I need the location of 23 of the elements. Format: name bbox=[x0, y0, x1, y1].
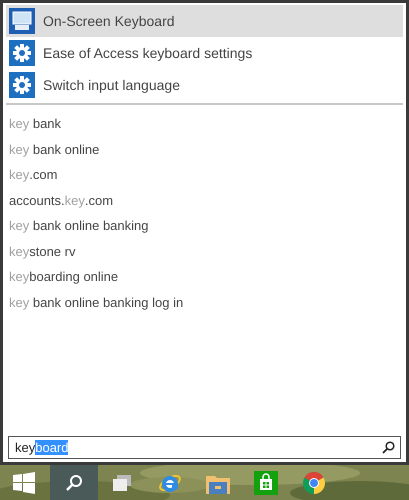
windows-icon bbox=[13, 472, 35, 494]
gear-icon bbox=[9, 72, 35, 98]
search-suggestion[interactable]: key bank bbox=[3, 111, 406, 136]
search-suggestion[interactable]: key bank online banking log in bbox=[3, 290, 406, 315]
search-field[interactable]: keyboard bbox=[8, 436, 401, 459]
gear-icon bbox=[9, 40, 35, 66]
shopping-bag-icon bbox=[254, 470, 278, 494]
chrome-icon bbox=[302, 470, 326, 494]
result-label: On-Screen Keyboard bbox=[43, 12, 175, 31]
search-suggestion[interactable]: accounts.key.com bbox=[3, 188, 406, 213]
result-label: Ease of Access keyboard settings bbox=[43, 44, 252, 63]
search-suggestion[interactable]: key bank online bbox=[3, 136, 406, 162]
taskbar-button[interactable] bbox=[50, 465, 98, 500]
search-suggestion[interactable]: keystone rv bbox=[3, 238, 406, 264]
search-suggestion[interactable]: keyboarding online bbox=[3, 264, 406, 290]
search-suggestion[interactable]: key.com bbox=[3, 162, 406, 188]
monitor-icon bbox=[9, 8, 35, 34]
windows-stack-icon bbox=[113, 474, 131, 490]
search-result[interactable]: On-Screen Keyboard bbox=[6, 5, 403, 37]
search-icon bbox=[65, 474, 83, 492]
search-icon[interactable] bbox=[382, 441, 395, 454]
result-label: Switch input language bbox=[43, 76, 180, 95]
search-suggestion[interactable]: key bank online banking bbox=[3, 213, 406, 238]
